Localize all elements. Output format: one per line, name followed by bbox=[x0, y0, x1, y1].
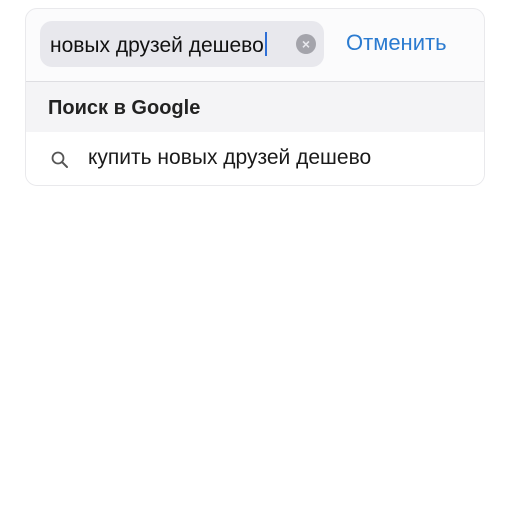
section-header: Поиск в Google bbox=[26, 82, 484, 132]
search-query: новых друзей дешево bbox=[50, 34, 264, 57]
section-title: Поиск в Google bbox=[48, 97, 201, 119]
suggestion-item[interactable]: купить новых друзей дешево bbox=[26, 132, 484, 185]
page: новых друзей дешево × Отменить Поиск в G… bbox=[0, 0, 512, 512]
suggestion-text: купить новых друзей дешево bbox=[88, 146, 372, 169]
cancel-button[interactable]: Отменить bbox=[346, 30, 447, 56]
search-bar: новых друзей дешево × Отменить bbox=[26, 9, 484, 81]
search-panel: новых друзей дешево × Отменить Поиск в G… bbox=[25, 8, 485, 186]
search-icon bbox=[51, 151, 68, 168]
search-input[interactable]: новых друзей дешево × bbox=[40, 21, 324, 67]
text-caret bbox=[264, 32, 267, 56]
clear-circle-icon[interactable]: × bbox=[296, 34, 316, 54]
search-input-text[interactable]: новых друзей дешево bbox=[50, 32, 267, 58]
